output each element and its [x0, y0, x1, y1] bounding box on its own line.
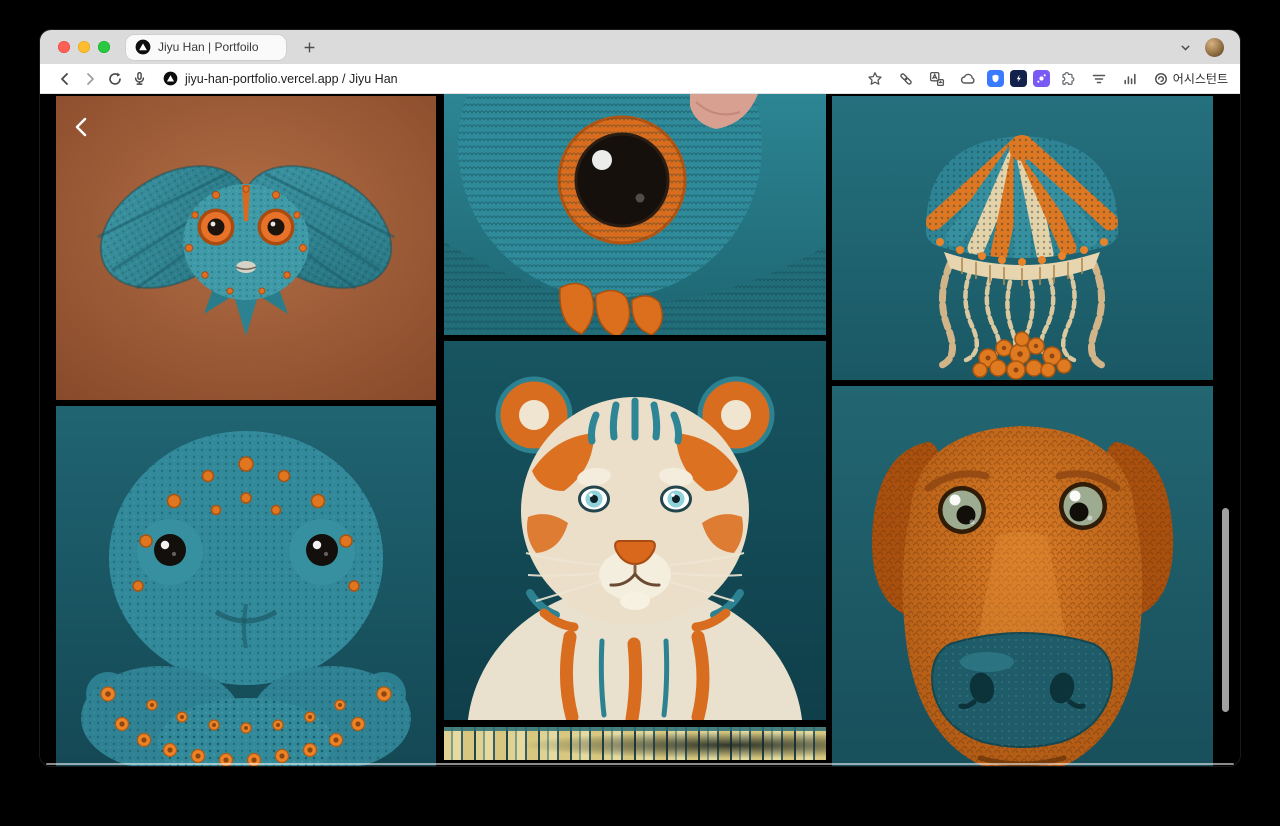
tab-bar: Jiyu Han | Portfoilo [40, 30, 1240, 64]
forward-icon[interactable] [77, 67, 102, 90]
window-bottom-edge-highlight [46, 763, 1234, 765]
extension-purple-icon[interactable] [1032, 70, 1050, 87]
jellyfish-artwork [832, 96, 1213, 380]
browser-window: Jiyu Han | Portfoilo jiyu-han-portfolio.… [40, 30, 1240, 766]
toolbar-right: 어시스턴트 [863, 67, 1228, 90]
tab-bar-right [1179, 37, 1224, 57]
translate-icon[interactable] [925, 67, 950, 90]
vercel-favicon-icon [135, 39, 151, 55]
extensions-puzzle-icon[interactable] [1056, 67, 1081, 90]
page-scrollbar-thumb[interactable] [1222, 508, 1229, 712]
assistant-label: 어시스턴트 [1172, 72, 1228, 86]
media-equalizer-icon[interactable] [1118, 67, 1143, 90]
dog-artwork [832, 386, 1213, 766]
gallery-item-fish[interactable] [56, 96, 436, 400]
extension-blue-icon[interactable] [986, 70, 1004, 87]
cloud-icon[interactable] [956, 67, 981, 90]
site-favicon-icon [163, 71, 178, 86]
navigation-bar: jiyu-han-portfolio.vercel.app / Jiyu Han [40, 64, 1240, 94]
gallery-item-octopus[interactable] [56, 406, 436, 766]
microphone-icon[interactable] [127, 67, 152, 90]
extension-dark-icon[interactable] [1009, 70, 1027, 87]
gallery-item-bird[interactable] [444, 94, 826, 335]
fish-artwork [56, 96, 436, 400]
new-tab-button[interactable] [298, 36, 320, 58]
page-content [40, 94, 1240, 766]
gallery-item-dog[interactable] [832, 386, 1213, 766]
address-bar[interactable]: jiyu-han-portfolio.vercel.app / Jiyu Han [163, 71, 398, 86]
window-controls [58, 41, 110, 53]
bird-artwork [444, 94, 826, 335]
gallery-item-abstract-stripes[interactable] [444, 727, 826, 760]
browser-tab[interactable]: Jiyu Han | Portfoilo [126, 34, 286, 60]
back-icon[interactable] [52, 67, 77, 90]
gallery-item-jellyfish[interactable] [832, 96, 1213, 380]
minimize-button[interactable] [78, 41, 90, 53]
tiger-artwork [444, 341, 826, 720]
gallery-back-button[interactable] [66, 112, 96, 142]
reload-icon[interactable] [102, 67, 127, 90]
profile-avatar[interactable] [1205, 37, 1224, 57]
octopus-artwork [56, 406, 436, 766]
assistant-button[interactable]: 어시스턴트 [1154, 70, 1228, 87]
tab-list-chevron-icon[interactable] [1179, 41, 1192, 54]
close-button[interactable] [58, 41, 70, 53]
copy-link-icon[interactable] [894, 67, 919, 90]
tab-title: Jiyu Han | Portfoilo [158, 40, 259, 54]
zoom-button[interactable] [98, 41, 110, 53]
url-text: jiyu-han-portfolio.vercel.app / Jiyu Han [185, 71, 398, 86]
bookmark-star-icon[interactable] [863, 67, 888, 90]
gallery-item-tiger[interactable] [444, 341, 826, 720]
assistant-swirl-icon [1154, 72, 1168, 86]
reading-list-lines-icon[interactable] [1087, 67, 1112, 90]
